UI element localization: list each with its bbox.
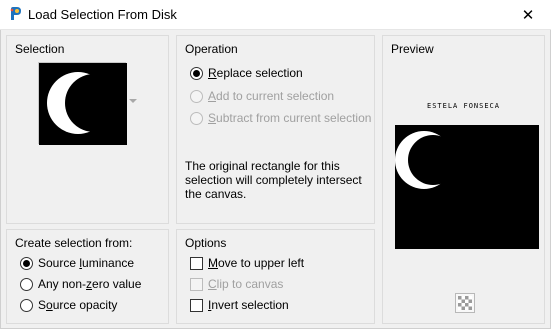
close-button[interactable]: ✕ (505, 0, 551, 30)
preview-image (395, 125, 539, 249)
title-bar: Load Selection From Disk ✕ (0, 0, 551, 30)
radio-subtract-from-selection[interactable]: Subtract from current selection (190, 111, 371, 125)
checkbox-label: Move to upper left (208, 256, 305, 270)
selection-thumbnail[interactable] (38, 62, 127, 145)
radio-replace-selection[interactable]: Replace selection (190, 66, 303, 80)
checkbox-label: Invert selection (208, 298, 289, 312)
radio-button[interactable] (190, 89, 203, 103)
checkbox[interactable] (190, 298, 203, 312)
operation-group-title: Operation (185, 42, 238, 56)
preview-selection-shape (395, 125, 539, 249)
radio-label: Subtract from current selection (208, 111, 372, 125)
radio-add-to-selection[interactable]: Add to current selection (190, 89, 334, 103)
checkbox-invert-selection[interactable]: Invert selection (190, 298, 289, 312)
radio-label: Source luminance (38, 256, 135, 270)
radio-label: Any non-zero value (38, 277, 142, 291)
window-title: Load Selection From Disk (28, 7, 177, 22)
radio-source-luminance[interactable]: Source luminance (20, 256, 134, 270)
radio-button[interactable] (190, 111, 203, 125)
chevron-down-icon[interactable] (129, 99, 137, 103)
radio-button[interactable] (190, 66, 203, 80)
checkbox-clip-to-canvas[interactable]: Clip to canvas (190, 277, 283, 291)
radio-any-non-zero-value[interactable]: Any non-zero value (20, 277, 141, 291)
radio-label: Add to current selection (208, 89, 335, 103)
checkerboard-icon[interactable] (455, 293, 475, 313)
radio-button[interactable] (20, 256, 33, 270)
paintshop-app-icon (10, 7, 21, 20)
create-selection-group-title: Create selection from: (15, 236, 133, 250)
preview-group-title: Preview (391, 42, 434, 56)
selection-thumbnail-image (39, 63, 127, 145)
radio-label: Source opacity (38, 298, 118, 312)
checkbox[interactable] (190, 256, 203, 270)
checkbox[interactable] (190, 277, 203, 291)
radio-button[interactable] (20, 298, 33, 312)
checkbox-move-to-upper-left[interactable]: Move to upper left (190, 256, 304, 270)
selection-group-title: Selection (15, 42, 65, 56)
radio-button[interactable] (20, 277, 33, 291)
operation-note: The original rectangle for this selectio… (185, 159, 362, 201)
transparency-pattern (458, 296, 472, 310)
close-icon: ✕ (521, 7, 535, 24)
radio-label: Replace selection (208, 66, 303, 80)
radio-source-opacity[interactable]: Source opacity (20, 298, 117, 312)
checkbox-label: Clip to canvas (208, 277, 284, 291)
options-group-title: Options (185, 236, 227, 250)
preview-caption: ESTELA FONSECA (426, 102, 500, 110)
